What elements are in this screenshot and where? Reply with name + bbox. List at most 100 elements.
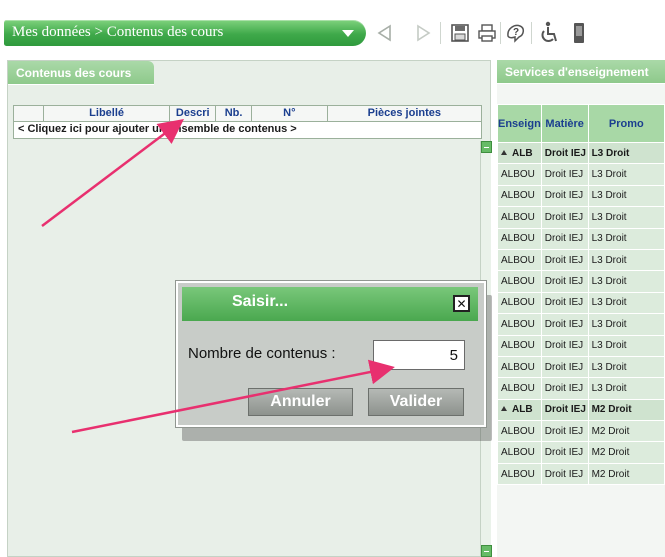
table-row[interactable]: ALBOU Droit IEJ L3 Droit — [497, 206, 665, 229]
col-header-number[interactable]: N° — [252, 106, 328, 121]
next-arrow-icon[interactable] — [410, 18, 436, 48]
col-header-teacher[interactable]: Enseign — [497, 104, 542, 143]
table-row[interactable]: ALBOU Droit IEJ L3 Droit — [497, 227, 665, 250]
top-toolbar: Mes données > Contenus des cours ? — [0, 0, 665, 60]
table-row[interactable]: ALB Droit IEJ M2 Droit — [497, 398, 665, 422]
teacher-label: ALBOU — [501, 425, 535, 437]
print-icon[interactable] — [474, 18, 500, 48]
teacher-label: ALBOU — [501, 211, 535, 223]
table-row[interactable]: ALBOU Droit IEJ L3 Droit — [497, 334, 665, 357]
cell-subject: Droit IEJ — [540, 377, 589, 400]
teacher-label: ALBOU — [501, 382, 535, 394]
cell-teacher: ALBOU — [497, 163, 542, 186]
teacher-label: ALBOU — [501, 190, 535, 202]
help-icon[interactable]: ? — [503, 18, 529, 48]
cell-promo: M2 Droit — [587, 441, 665, 464]
scroll-up-button[interactable] — [481, 141, 492, 153]
toolbar-separator — [531, 22, 532, 44]
cell-promo: L3 Droit — [587, 227, 665, 250]
cell-subject: Droit IEJ — [540, 334, 589, 357]
table-row[interactable]: ALBOU Droit IEJ L3 Droit — [497, 313, 665, 336]
breadcrumb[interactable]: Mes données > Contenus des cours — [4, 20, 366, 46]
table-row[interactable]: ALBOU Droit IEJ M2 Droit — [497, 441, 665, 464]
cell-teacher: ALBOU — [497, 334, 542, 357]
save-icon[interactable] — [447, 18, 473, 48]
cell-promo: L3 Droit — [587, 334, 665, 357]
panel-header: Services d'enseignement — [497, 60, 665, 84]
cell-subject: Droit IEJ — [540, 420, 589, 443]
add-contents-row[interactable]: < Cliquez ici pour ajouter un ensemble d… — [13, 122, 482, 139]
cell-subject: Droit IEJ — [540, 355, 589, 379]
cell-promo: L3 Droit — [587, 184, 665, 208]
table-row[interactable]: ALBOU Droit IEJ L3 Droit — [497, 184, 665, 208]
breadcrumb-text: Mes données > Contenus des cours — [12, 24, 224, 40]
validate-button[interactable]: Valider — [368, 388, 464, 416]
teacher-label: ALBOU — [501, 468, 535, 480]
cell-subject: Droit IEJ — [540, 462, 589, 486]
cell-subject: Droit IEJ — [540, 313, 589, 336]
cell-subject: Droit IEJ — [540, 141, 589, 165]
table-row[interactable]: ALBOU Droit IEJ L3 Droit — [497, 270, 665, 293]
cell-promo: L3 Droit — [587, 206, 665, 229]
table-row[interactable]: ALBOU Droit IEJ M2 Droit — [497, 420, 665, 443]
cell-teacher: ALB — [497, 141, 542, 165]
cell-teacher: ALBOU — [497, 206, 542, 229]
cell-teacher: ALBOU — [497, 248, 542, 272]
cell-teacher: ALBOU — [497, 270, 542, 293]
cell-promo: M2 Droit — [587, 420, 665, 443]
toolbar-separator — [500, 22, 501, 44]
table-row[interactable]: ALBOU Droit IEJ L3 Droit — [497, 163, 665, 186]
cell-promo: L3 Droit — [587, 141, 665, 165]
panel-title: Contenus des cours — [16, 66, 132, 80]
cell-subject: Droit IEJ — [540, 163, 589, 186]
accessibility-icon[interactable] — [536, 18, 562, 48]
table-row[interactable]: ALBOU Droit IEJ L3 Droit — [497, 355, 665, 379]
count-field-label: Nombre de contenus : — [188, 345, 336, 362]
col-header-attachments[interactable]: Pièces jointes — [328, 106, 481, 121]
teacher-label: ALBOU — [501, 233, 535, 245]
chevron-down-icon[interactable] — [342, 30, 354, 37]
mobile-device-icon[interactable] — [566, 18, 592, 48]
cell-promo: L3 Droit — [587, 355, 665, 379]
cell-promo: L3 Droit — [587, 163, 665, 186]
cell-promo: M2 Droit — [587, 462, 665, 486]
cell-teacher: ALB — [497, 398, 542, 422]
dialog-title: Saisir... — [232, 293, 289, 310]
teacher-label: ALBOU — [501, 447, 535, 459]
table-row[interactable]: ALBOU Droit IEJ L3 Droit — [497, 291, 665, 315]
cell-subject: Droit IEJ — [540, 398, 589, 422]
col-header-count[interactable]: Nb. — [216, 106, 252, 121]
table-row[interactable]: ALBOU Droit IEJ L3 Droit — [497, 377, 665, 400]
cell-promo: M2 Droit — [587, 398, 665, 422]
teacher-label: ALB — [512, 404, 533, 416]
previous-arrow-icon[interactable] — [372, 18, 398, 48]
teacher-label: ALBOU — [501, 361, 535, 373]
col-header-description[interactable]: Descri — [170, 106, 217, 121]
teacher-label: ALB — [512, 147, 533, 159]
collapse-triangle-icon[interactable] — [501, 149, 507, 155]
table-row[interactable]: ALB Droit IEJ L3 Droit — [497, 141, 665, 165]
col-header-subject[interactable]: Matière — [540, 104, 589, 143]
col-header-label[interactable]: Libellé — [44, 106, 171, 121]
col-header-promo[interactable]: Promo — [587, 104, 665, 143]
cell-teacher: ALBOU — [497, 184, 542, 208]
cell-teacher: ALBOU — [497, 441, 542, 464]
cell-subject: Droit IEJ — [540, 291, 589, 315]
table-row[interactable]: ALBOU Droit IEJ L3 Droit — [497, 248, 665, 272]
collapse-triangle-icon[interactable] — [501, 406, 507, 412]
teacher-label: ALBOU — [501, 318, 535, 330]
teaching-services-panel: Services d'enseignement Enseign Matière … — [497, 60, 665, 557]
cell-teacher: ALBOU — [497, 420, 542, 443]
cancel-button[interactable]: Annuler — [248, 388, 353, 416]
close-icon[interactable]: ✕ — [453, 295, 470, 312]
scroll-down-button[interactable] — [481, 545, 492, 557]
cell-teacher: ALBOU — [497, 313, 542, 336]
table-row[interactable]: ALBOU Droit IEJ M2 Droit — [497, 462, 665, 486]
cell-subject: Droit IEJ — [540, 248, 589, 272]
teacher-label: ALBOU — [501, 169, 535, 181]
content-count-input[interactable] — [373, 340, 465, 370]
input-dialog: Saisir... ✕ Nombre de contenus : Annuler… — [175, 280, 487, 428]
svg-text:?: ? — [513, 27, 519, 38]
cell-teacher: ALBOU — [497, 377, 542, 400]
cell-teacher: ALBOU — [497, 227, 542, 250]
